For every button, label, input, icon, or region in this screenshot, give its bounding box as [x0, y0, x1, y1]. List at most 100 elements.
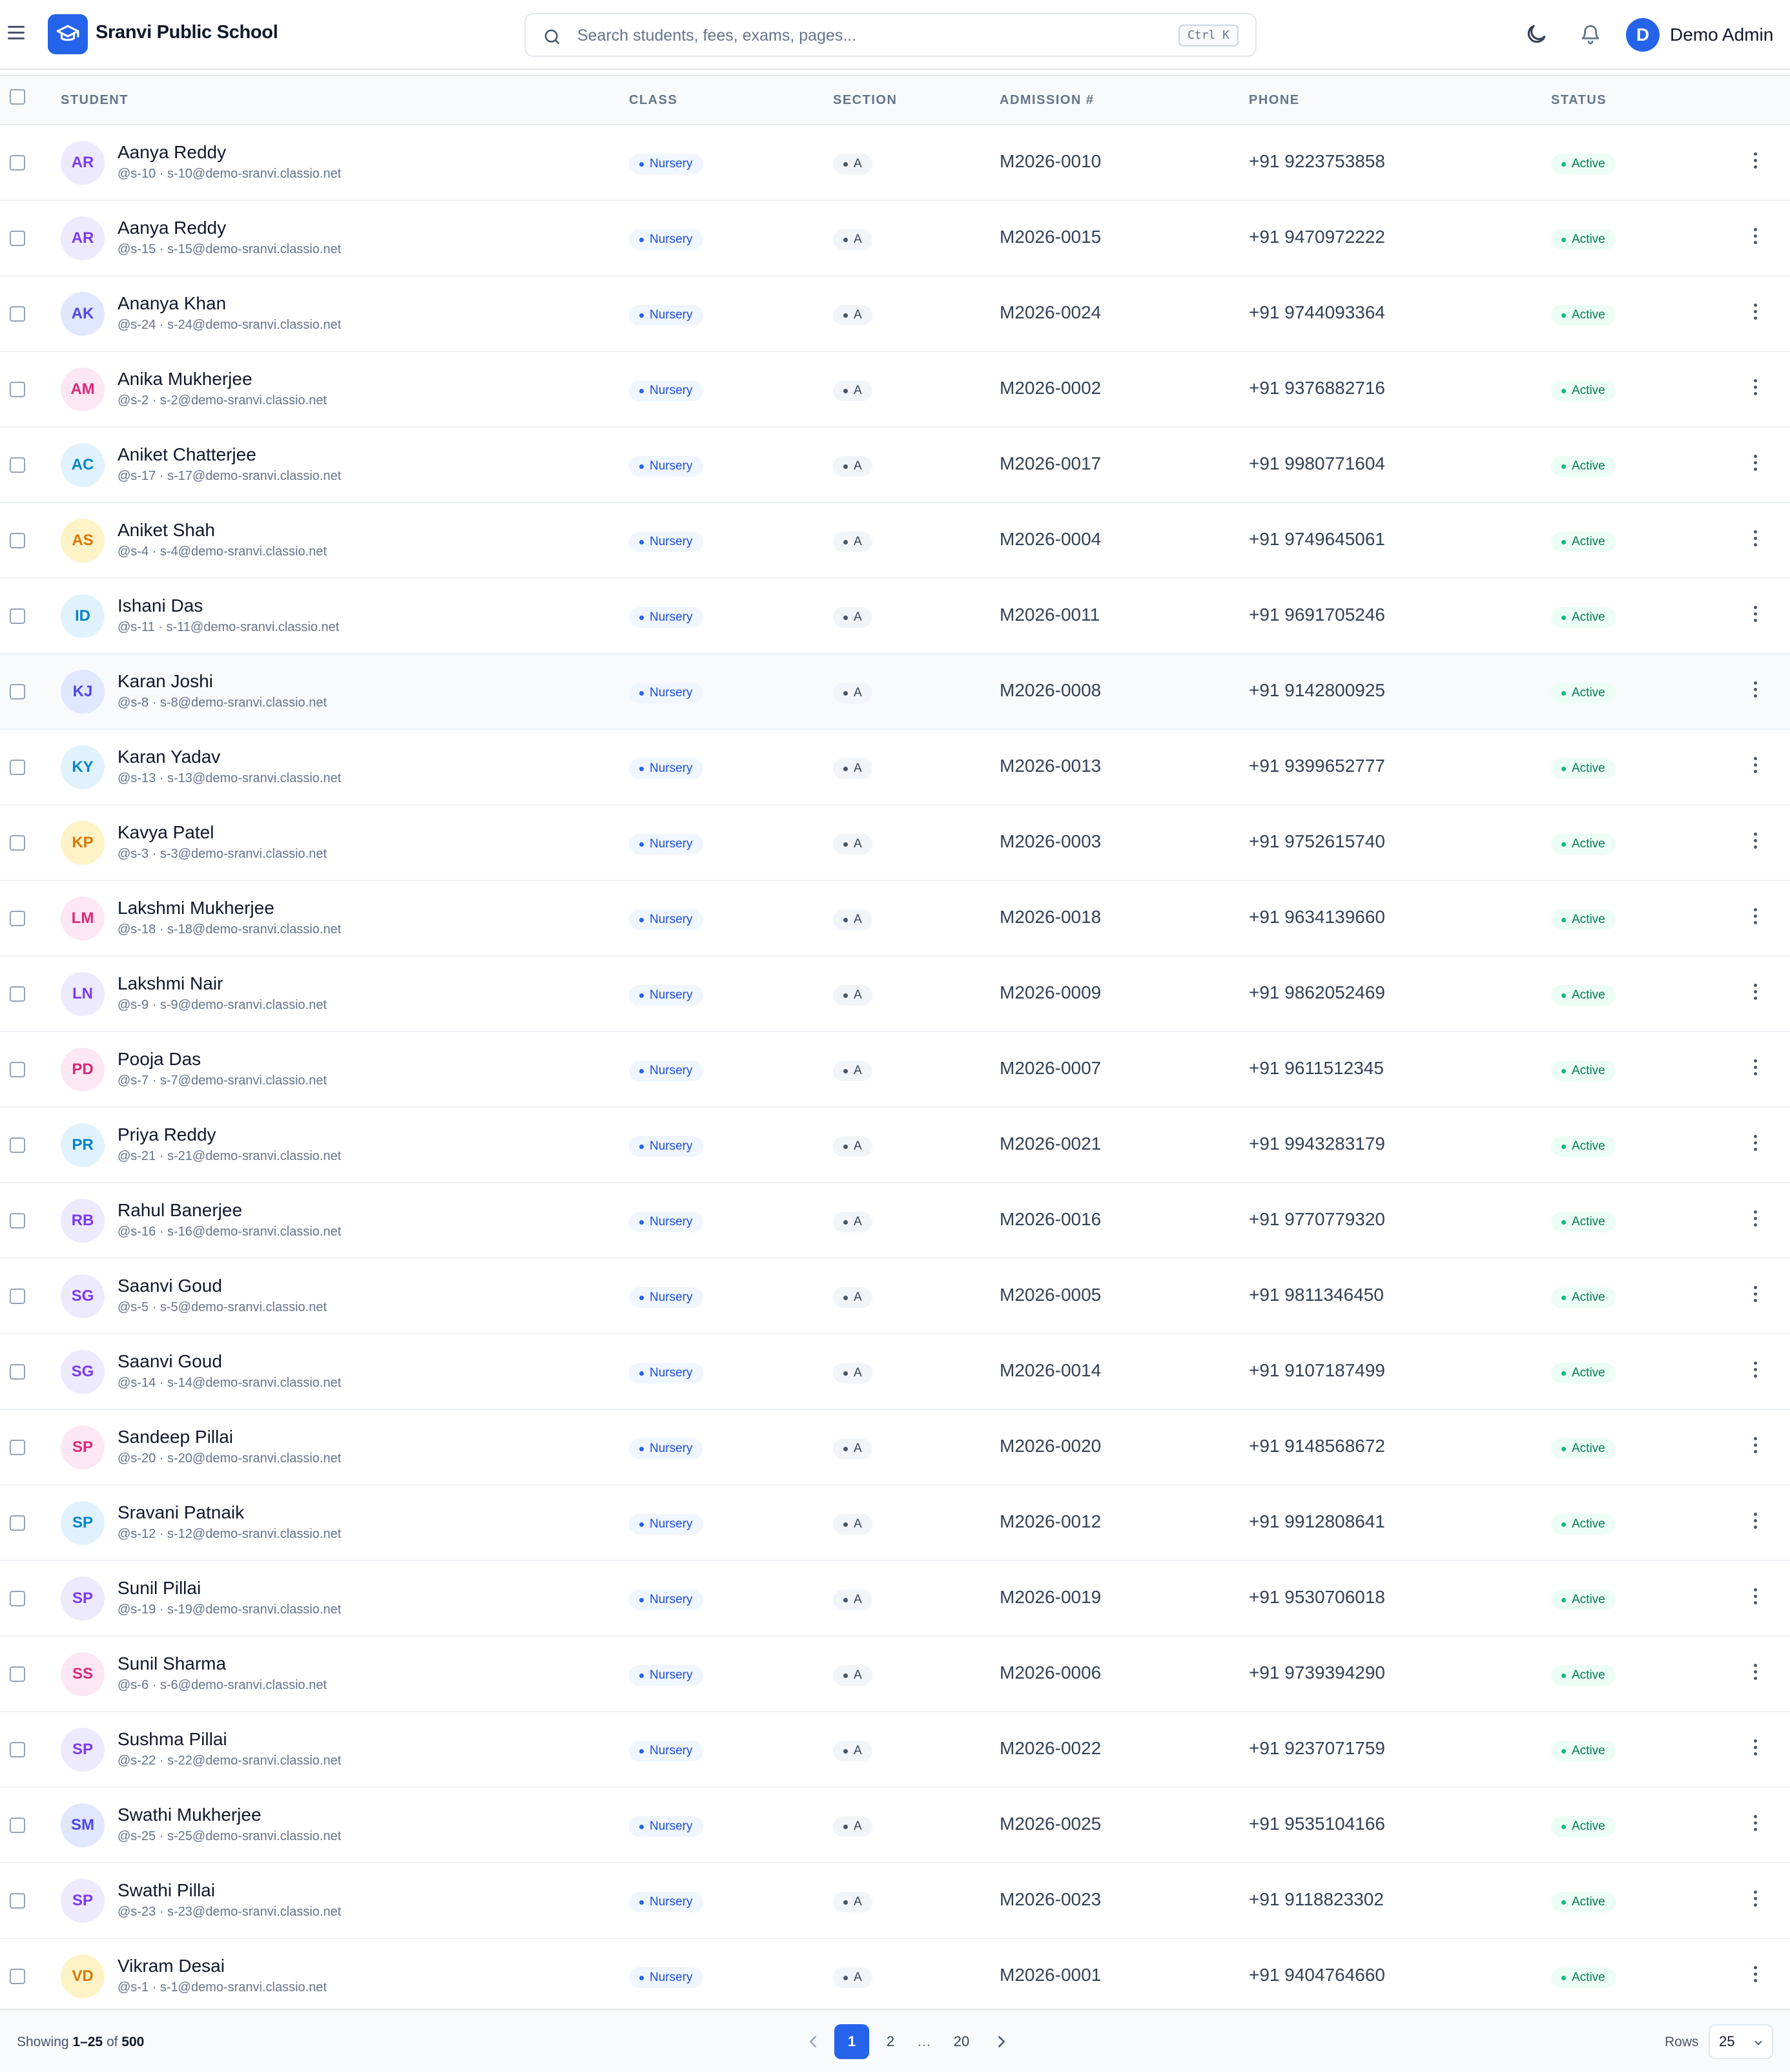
row-checkbox[interactable]	[10, 382, 25, 397]
student-name[interactable]: Ananya Khan	[118, 293, 226, 314]
app-name[interactable]: Sranvi Public School	[96, 22, 278, 43]
user-avatar[interactable]: D	[1626, 18, 1660, 52]
table-row[interactable]: LN Lakshmi Nair @s-9 · s-9@demo-sranvi.cla…	[0, 957, 1790, 1032]
row-checkbox[interactable]	[10, 1969, 25, 1984]
more-actions-icon[interactable]	[1749, 1286, 1762, 1307]
table-row[interactable]: SM Swathi Mukherjee @s-25 · s-25@demo-sran…	[0, 1788, 1790, 1863]
student-name[interactable]: Aniket Chatterjee	[118, 444, 256, 465]
row-checkbox[interactable]	[10, 1818, 25, 1833]
row-checkbox[interactable]	[10, 911, 25, 926]
column-admission[interactable]: ADMISSION #	[1000, 93, 1095, 108]
student-name[interactable]: Karan Yadav	[118, 747, 220, 767]
page-button-2[interactable]: 2	[873, 2024, 908, 2059]
more-actions-icon[interactable]	[1749, 757, 1762, 778]
row-checkbox[interactable]	[10, 1440, 25, 1455]
row-checkbox[interactable]	[10, 1893, 25, 1909]
search-bar[interactable]: Ctrl K	[524, 13, 1257, 57]
row-checkbox[interactable]	[10, 684, 25, 699]
more-actions-icon[interactable]	[1749, 1739, 1762, 1760]
more-actions-icon[interactable]	[1749, 379, 1762, 400]
student-name[interactable]: Saanvi Goud	[118, 1351, 222, 1372]
table-row[interactable]: SP Swathi Pillai @s-23 · s-23@demo-sranvi.…	[0, 1863, 1790, 1939]
student-name[interactable]: Sushma Pillai	[118, 1729, 227, 1750]
more-actions-icon[interactable]	[1749, 228, 1762, 249]
moon-icon[interactable]	[1524, 22, 1548, 47]
row-checkbox[interactable]	[10, 231, 25, 246]
row-checkbox[interactable]	[10, 155, 25, 171]
row-checkbox[interactable]	[10, 1364, 25, 1380]
row-checkbox[interactable]	[10, 457, 25, 473]
more-actions-icon[interactable]	[1749, 984, 1762, 1004]
student-name[interactable]: Aanya Reddy	[118, 218, 226, 238]
more-actions-icon[interactable]	[1749, 152, 1762, 173]
row-checkbox[interactable]	[10, 1515, 25, 1531]
column-student[interactable]: STUDENT	[61, 93, 129, 108]
more-actions-icon[interactable]	[1749, 1362, 1762, 1382]
student-name[interactable]: Sandeep Pillai	[118, 1427, 233, 1447]
student-name[interactable]: Sunil Sharma	[118, 1653, 226, 1674]
user-name[interactable]: Demo Admin	[1670, 25, 1773, 45]
more-actions-icon[interactable]	[1749, 1513, 1762, 1533]
graduation-cap-icon[interactable]	[48, 14, 88, 54]
bell-icon[interactable]	[1579, 23, 1601, 45]
more-actions-icon[interactable]	[1749, 1664, 1762, 1684]
student-name[interactable]: Vikram Desai	[118, 1956, 225, 1976]
student-name[interactable]: Sravani Patnaik	[118, 1502, 244, 1523]
chevron-left-icon[interactable]	[803, 2032, 823, 2051]
more-actions-icon[interactable]	[1749, 1210, 1762, 1231]
row-checkbox[interactable]	[10, 835, 25, 851]
more-actions-icon[interactable]	[1749, 1891, 1762, 1911]
student-name[interactable]: Swathi Pillai	[118, 1880, 215, 1901]
student-name[interactable]: Saanvi Goud	[118, 1276, 222, 1296]
student-name[interactable]: Aniket Shah	[118, 520, 215, 541]
student-name[interactable]: Rahul Banerjee	[118, 1200, 242, 1221]
table-row[interactable]: VD Vikram Desai @s-1 · s-1@demo-sranvi.cla…	[0, 1939, 1790, 2015]
table-row[interactable]: AR Aanya Reddy @s-10 · s-10@demo-sranvi.cl…	[0, 125, 1790, 201]
table-row[interactable]: AS Aniket Shah @s-4 · s-4@demo-sranvi.clas…	[0, 503, 1790, 579]
page-button-1[interactable]: 1	[834, 2024, 869, 2059]
table-row[interactable]: AM Anika Mukherjee @s-2 · s-2@demo-sranvi.…	[0, 352, 1790, 428]
more-actions-icon[interactable]	[1749, 455, 1762, 475]
row-checkbox[interactable]	[10, 1213, 25, 1228]
chevron-right-icon[interactable]	[992, 2032, 1011, 2051]
row-checkbox[interactable]	[10, 1062, 25, 1077]
student-name[interactable]: Anika Mukherjee	[118, 369, 252, 389]
more-actions-icon[interactable]	[1749, 1437, 1762, 1458]
row-checkbox[interactable]	[10, 306, 25, 322]
select-all-checkbox[interactable]	[10, 89, 25, 105]
row-checkbox[interactable]	[10, 1137, 25, 1153]
row-checkbox[interactable]	[10, 1742, 25, 1757]
more-actions-icon[interactable]	[1749, 1815, 1762, 1836]
table-row[interactable]: RB Rahul Banerjee @s-16 · s-16@demo-sranvi…	[0, 1183, 1790, 1259]
table-row[interactable]: SP Sandeep Pillai @s-20 · s-20@demo-sranvi…	[0, 1410, 1790, 1486]
more-actions-icon[interactable]	[1749, 304, 1762, 324]
table-row[interactable]: SP Sravani Patnaik @s-12 · s-12@demo-sranv…	[0, 1486, 1790, 1561]
more-actions-icon[interactable]	[1749, 681, 1762, 702]
table-row[interactable]: SP Sunil Pillai @s-19 · s-19@demo-sranvi.c…	[0, 1561, 1790, 1637]
row-checkbox[interactable]	[10, 533, 25, 548]
more-actions-icon[interactable]	[1749, 1059, 1762, 1080]
student-name[interactable]: Lakshmi Nair	[118, 973, 223, 994]
table-row[interactable]: SG Saanvi Goud @s-5 · s-5@demo-sranvi.clas…	[0, 1259, 1790, 1334]
student-name[interactable]: Priya Reddy	[118, 1124, 216, 1145]
table-row[interactable]: ID Ishani Das @s-11 · s-11@demo-sranvi.cla…	[0, 579, 1790, 654]
table-row[interactable]: KP Kavya Patel @s-3 · s-3@demo-sranvi.clas…	[0, 805, 1790, 881]
table-row[interactable]: AC Aniket Chatterjee @s-17 · s-17@demo-sra…	[0, 428, 1790, 503]
rows-per-page-select[interactable]: 25	[1709, 2024, 1773, 2059]
page-button-20[interactable]: 20	[944, 2024, 979, 2059]
table-row[interactable]: SG Saanvi Goud @s-14 · s-14@demo-sranvi.cl…	[0, 1334, 1790, 1410]
table-row[interactable]: SP Sushma Pillai @s-22 · s-22@demo-sranvi.…	[0, 1712, 1790, 1788]
student-name[interactable]: Karan Joshi	[118, 671, 213, 692]
column-status[interactable]: STATUS	[1551, 93, 1607, 108]
student-name[interactable]: Lakshmi Mukherjee	[118, 898, 274, 918]
more-actions-icon[interactable]	[1749, 1588, 1762, 1609]
student-name[interactable]: Swathi Mukherjee	[118, 1805, 262, 1825]
more-actions-icon[interactable]	[1749, 530, 1762, 551]
more-actions-icon[interactable]	[1749, 833, 1762, 853]
row-checkbox[interactable]	[10, 1666, 25, 1682]
column-section[interactable]: SECTION	[833, 93, 897, 108]
student-name[interactable]: Ishani Das	[118, 596, 203, 616]
table-row[interactable]: KY Karan Yadav @s-13 · s-13@demo-sranvi.cl…	[0, 730, 1790, 805]
table-row[interactable]: PD Pooja Das @s-7 · s-7@demo-sranvi.classi…	[0, 1032, 1790, 1108]
column-class[interactable]: CLASS	[629, 93, 677, 108]
